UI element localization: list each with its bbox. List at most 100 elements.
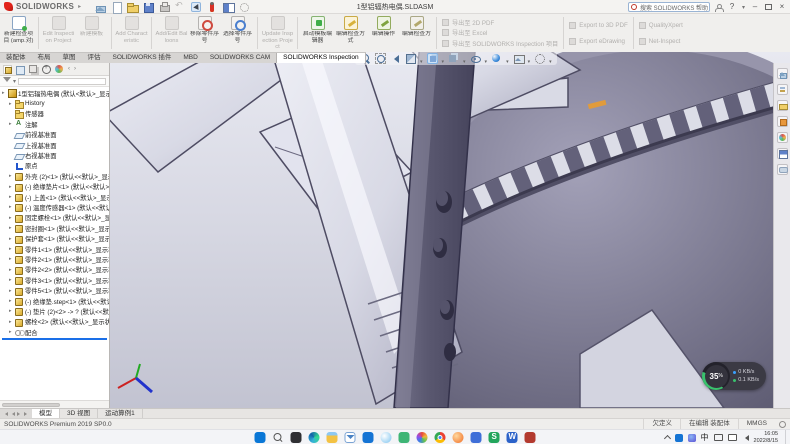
tree-item[interactable]: 密封圈<1> (默认<<默认>_显示状: [0, 223, 109, 233]
taskpane-home-icon[interactable]: [777, 68, 788, 79]
taskbar-notebook-icon[interactable]: [471, 432, 482, 443]
menu-expand-caret-icon[interactable]: ▸: [78, 3, 81, 10]
tree-item[interactable]: (-) 上盖<1> (默认<<默认>_显示状: [0, 192, 109, 202]
taskbar-chrome-icon[interactable]: [435, 432, 446, 443]
tab-评估[interactable]: 评估: [82, 53, 107, 63]
taskpane-appearances-icon[interactable]: [777, 132, 788, 143]
tree-item[interactable]: 配合: [0, 327, 109, 337]
save-icon[interactable]: [143, 2, 153, 12]
taskbar-solidworks-icon[interactable]: [525, 432, 536, 443]
rollback-bar[interactable]: [2, 338, 107, 340]
taskbar-start-icon[interactable]: [255, 432, 266, 443]
tree-item[interactable]: (-) 绝缘垫片<1> (默认<<默认>_显: [0, 182, 109, 192]
undo-icon[interactable]: [175, 2, 185, 12]
graphics-viewport[interactable]: 35% 0 KB/s0.1 KB/s: [110, 52, 790, 408]
new-icon[interactable]: [111, 2, 121, 12]
taskbar-store-icon[interactable]: [363, 432, 374, 443]
tab-布局[interactable]: 布局: [32, 53, 57, 63]
hide-show-icon[interactable]: [470, 53, 481, 64]
tree-item[interactable]: 传感器: [0, 109, 109, 119]
restore-button[interactable]: [765, 4, 772, 10]
ribbon-button-8[interactable]: Update Inspection Project: [261, 15, 294, 51]
dropdown-caret-icon[interactable]: [485, 52, 488, 68]
tree-item[interactable]: 零件1<1> (默认<<默认>_显示状: [0, 244, 109, 254]
display-style-icon[interactable]: [448, 53, 459, 64]
ribbon-button-6[interactable]: 移除零件序号: [188, 15, 221, 51]
tray-onedrive-icon[interactable]: [675, 434, 683, 442]
help-caret-icon[interactable]: ▾: [742, 4, 745, 11]
help-search-input[interactable]: 搜索 SOLIDWORKS 帮助 ▾: [628, 2, 710, 12]
rebuild-icon[interactable]: [207, 2, 217, 12]
edit-appearance-icon[interactable]: [491, 53, 502, 64]
help-button[interactable]: ?: [727, 2, 737, 12]
previous-view-icon[interactable]: [390, 53, 401, 64]
login-icon[interactable]: [715, 4, 722, 11]
tree-item[interactable]: 零件2<1> (默认<<默认>_显示状: [0, 254, 109, 264]
dropdown-caret-icon[interactable]: [442, 52, 445, 68]
volume-icon[interactable]: [742, 435, 749, 441]
ribbon-button-5[interactable]: Add/Edit Balloons: [155, 15, 188, 51]
open-icon[interactable]: [127, 2, 137, 12]
tree-item[interactable]: 零件2<2> (默认<<默认>_显示状: [0, 265, 109, 275]
close-button[interactable]: ×: [777, 2, 787, 12]
ime-indicator[interactable]: 中: [701, 431, 709, 444]
view-settings-icon[interactable]: [534, 53, 545, 64]
tree-item[interactable]: 保护套<1> (默认<<默认>_显示状: [0, 233, 109, 243]
tree-item[interactable]: 右视基准面: [0, 150, 109, 160]
tree-item[interactable]: 上视基准面: [0, 140, 109, 150]
panel-tab-display-icon[interactable]: [55, 65, 64, 74]
clock[interactable]: 16:05 2022/8/15: [754, 431, 778, 444]
tray-overflow-chevron-icon[interactable]: [663, 435, 670, 442]
tree-root-item[interactable]: 1型铝辐热电偶 (默认<默认>_显示状态-1: [0, 88, 109, 98]
tray-security-icon[interactable]: [688, 434, 696, 442]
tree-item[interactable]: 螺栓<2> (默认<<默认>_显示状态: [0, 317, 109, 327]
tree-item[interactable]: 零件3<1> (默认<<默认>_显示状: [0, 275, 109, 285]
touch-keyboard-icon[interactable]: [714, 434, 723, 441]
taskbar-mail-icon[interactable]: [345, 432, 356, 443]
show-desktop-button[interactable]: [785, 430, 787, 444]
export-menu-item[interactable]: Export to 3D PDF: [569, 22, 628, 29]
tree-item[interactable]: (-) 垫片 (2)<2> -> ? (默认<<默认>: [0, 306, 109, 316]
dropdown-caret-icon[interactable]: [528, 52, 531, 68]
print-icon[interactable]: [159, 2, 169, 12]
taskpane-forum-icon[interactable]: [777, 164, 788, 175]
tree-item[interactable]: 原点: [0, 161, 109, 171]
ribbon-button-4[interactable]: Add Characteristic: [115, 15, 148, 51]
ribbon-button-2[interactable]: Edit Inspection Project: [42, 15, 75, 51]
tab-SOLIDWORKS CAM[interactable]: SOLIDWORKS CAM: [204, 53, 276, 63]
taskbar-weather-icon[interactable]: [381, 432, 392, 443]
options-icon[interactable]: [239, 2, 249, 12]
apply-scene-icon[interactable]: [513, 53, 524, 64]
ribbon-button-9[interactable]: 启动模板编辑器: [301, 15, 334, 51]
tree-item[interactable]: 注解: [0, 119, 109, 129]
home-icon[interactable]: [95, 2, 105, 12]
taskbar-b360-icon[interactable]: [417, 432, 428, 443]
taskbar-word-icon[interactable]: [507, 432, 518, 443]
ribbon-button-7[interactable]: 选择零件序号: [221, 15, 254, 51]
taskbar-file-explorer-icon[interactable]: [327, 432, 338, 443]
taskbar-wechat-icon[interactable]: [399, 432, 410, 443]
export-menu-item[interactable]: 导出至 2D PDF: [442, 18, 558, 27]
tree-item[interactable]: 外壳 (2)<1> (默认<<默认>_显示状: [0, 171, 109, 181]
filter-input[interactable]: [18, 78, 106, 85]
display-icon[interactable]: [728, 434, 737, 441]
tab-SOLIDWORKS 插件[interactable]: SOLIDWORKS 插件: [107, 53, 178, 63]
zoom-area-icon[interactable]: [375, 53, 386, 64]
ribbon-button-11[interactable]: 编辑操作: [367, 15, 400, 51]
tab-scroll-left-icon[interactable]: ‹: [68, 66, 70, 72]
tree-item[interactable]: (-) 绝缘垫.step<1> (默认<<默认>_: [0, 296, 109, 306]
export-menu-item[interactable]: Net-Inspect: [639, 38, 683, 45]
tree-item[interactable]: 固定螺栓<1> (默认<<默认>_显示: [0, 213, 109, 223]
export-menu-item[interactable]: QualityXpert: [639, 22, 683, 29]
taskpane-custom-properties-icon[interactable]: [777, 148, 788, 159]
filter-funnel-icon[interactable]: [3, 77, 11, 86]
taskpane-view-palette-icon[interactable]: [777, 116, 788, 127]
scrollbar-thumb[interactable]: [2, 403, 60, 407]
tab-草图[interactable]: 草图: [57, 53, 82, 63]
taskbar-task-view-icon[interactable]: [291, 432, 302, 443]
taskbar-orange-icon[interactable]: [453, 432, 464, 443]
dropdown-caret-icon[interactable]: [420, 52, 423, 68]
export-menu-item[interactable]: 导出至 Excel: [442, 28, 558, 37]
tree-item[interactable]: 前视基准面: [0, 130, 109, 140]
network-speed-gauge-overlay[interactable]: 35% 0 KB/s0.1 KB/s: [702, 362, 766, 390]
